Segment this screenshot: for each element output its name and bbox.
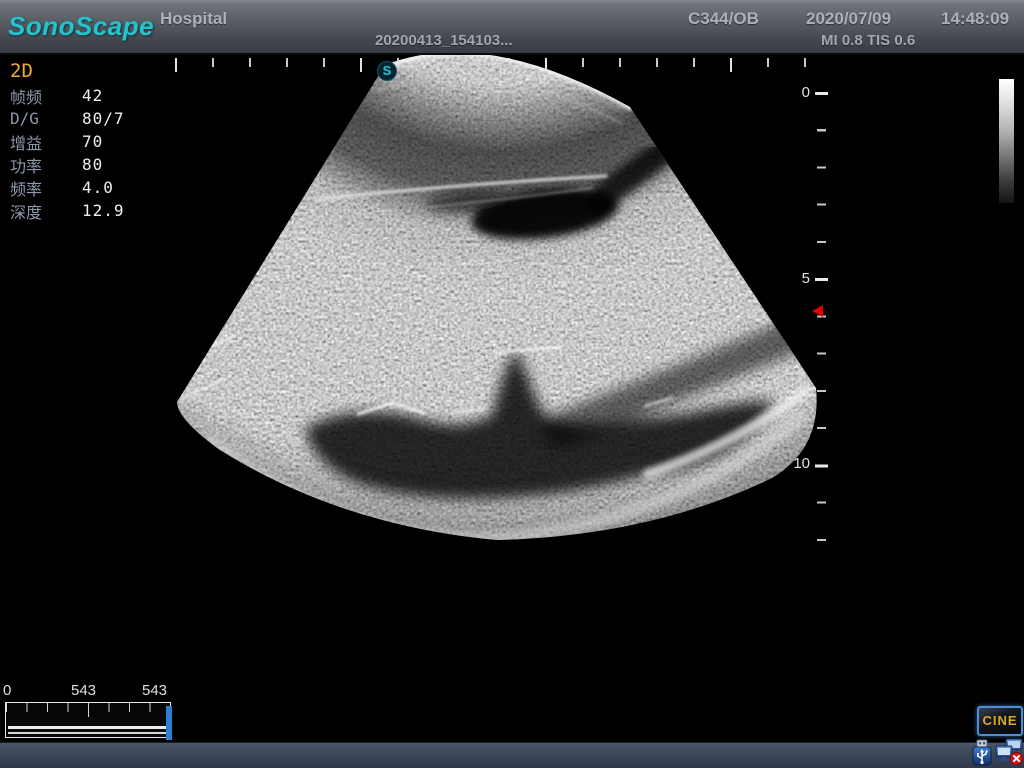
cine-cursor-handle[interactable]: [166, 706, 172, 740]
network-disconnected-icon[interactable]: [995, 737, 1024, 766]
probe-preset: C344/OB: [688, 9, 759, 29]
sonoscape-logo: SonoScape: [8, 11, 154, 42]
title-bar: SonoScape Hospital C344/OB 2020/07/09 14…: [0, 0, 1024, 55]
param-label: 帧频: [10, 84, 72, 108]
param-row-power: 功率 80: [10, 153, 125, 176]
cine-current-frame: 543: [71, 682, 96, 699]
cine-progress-bar: [8, 726, 168, 734]
grayscale-bar: [999, 79, 1014, 203]
param-label: 深度: [10, 199, 72, 223]
system-date: 2020/07/09: [806, 9, 891, 29]
cine-timeline-mid-tick: [88, 703, 89, 717]
param-label: 增益: [10, 130, 72, 154]
usb-icon[interactable]: [971, 739, 993, 766]
depth-label-5: 5: [786, 270, 810, 287]
mode-label: 2D: [10, 60, 33, 82]
depth-label-0: 0: [786, 84, 810, 101]
param-value: 80: [82, 155, 103, 174]
exam-id: 20200413_154103...: [375, 32, 513, 49]
param-value: 80/7: [82, 109, 125, 128]
hospital-name: Hospital: [160, 9, 227, 29]
param-value: 12.9: [82, 201, 125, 220]
depth-scale-major-ticks: [815, 92, 828, 542]
param-value: 42: [82, 86, 103, 105]
param-row-frequency: 频率 4.0: [10, 176, 125, 199]
imaging-parameters-panel: 帧频 42 D/G 80/7 增益 70 功率 80 频率 4.0 深度 12.…: [10, 84, 125, 222]
ultrasound-image: [0, 0, 1024, 768]
probe-orientation-marker: S: [377, 61, 397, 81]
param-row-frame-rate: 帧频 42: [10, 84, 125, 107]
param-label: 频率: [10, 176, 72, 200]
taskbar: [0, 742, 1024, 768]
param-value: 70: [82, 132, 103, 151]
param-label: D/G: [10, 109, 72, 128]
cine-button[interactable]: CINE: [977, 706, 1023, 736]
cine-timeline[interactable]: [5, 702, 171, 738]
cine-range-start: 0: [3, 682, 11, 699]
param-label: 功率: [10, 153, 72, 177]
ultrasound-system-screen: SonoScape Hospital C344/OB 2020/07/09 14…: [0, 0, 1024, 768]
param-row-gain: 增益 70: [10, 130, 125, 153]
cine-total-frames: 543: [142, 682, 167, 699]
param-value: 4.0: [82, 178, 114, 197]
depth-label-10: 10: [786, 455, 810, 472]
system-time: 14:48:09: [941, 9, 1009, 29]
focus-arrow-icon: [812, 305, 823, 317]
param-row-depth: 深度 12.9: [10, 199, 125, 222]
param-row-dynamic-range: D/G 80/7: [10, 107, 125, 130]
acoustic-indices: MI 0.8 TIS 0.6: [821, 32, 915, 49]
